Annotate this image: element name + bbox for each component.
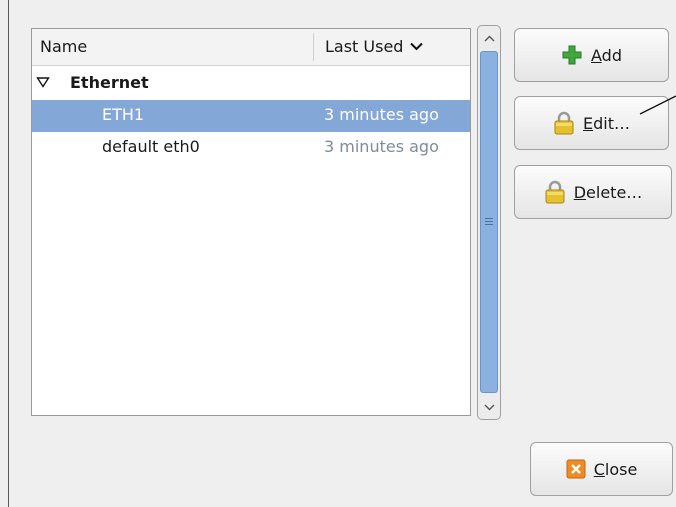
callout-line xyxy=(639,95,676,115)
